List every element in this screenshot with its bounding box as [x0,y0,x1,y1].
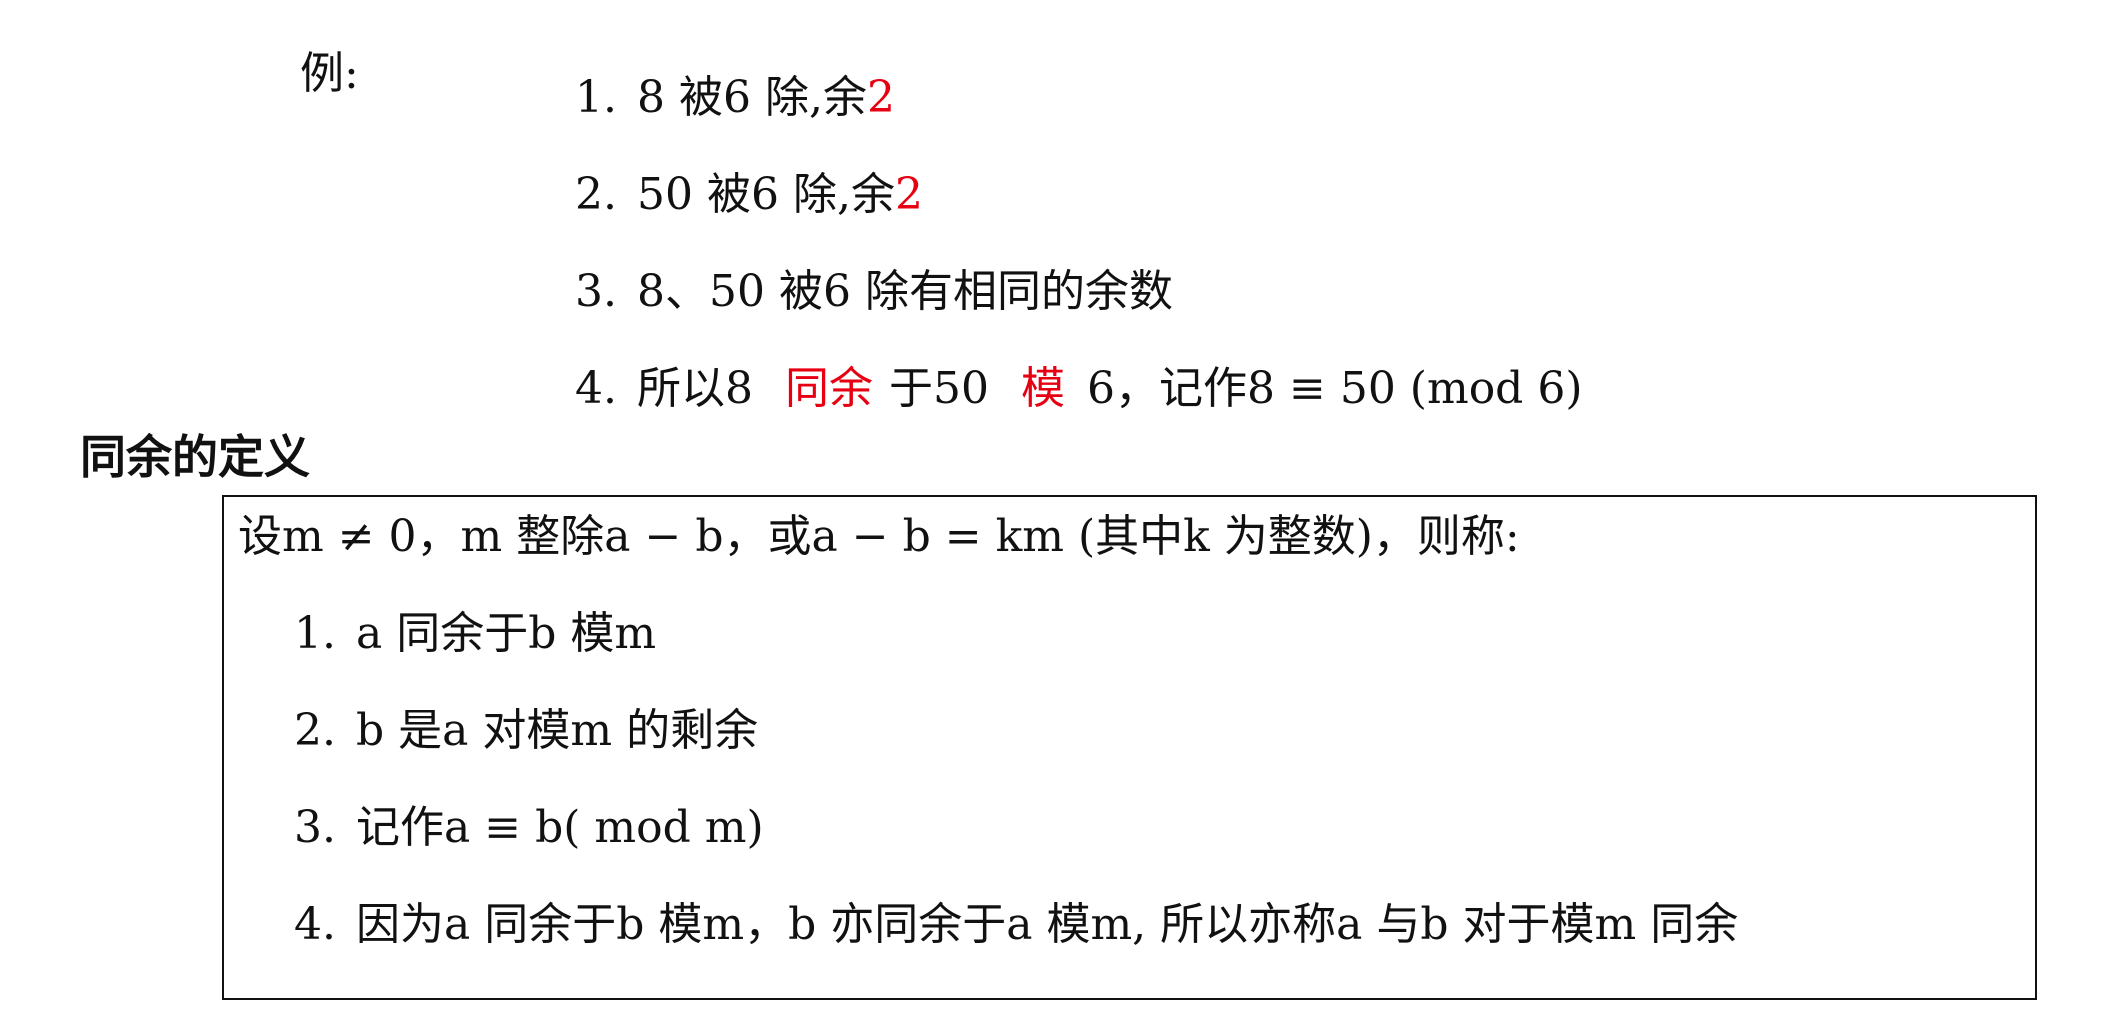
definition-item-text: 记作a ≡ b( mod m) [356,802,764,853]
remainder-value: 2 [866,72,895,123]
example-item-text: 所以8 [637,363,753,414]
example-item-2: 2. 50 被6 除,余2 [575,165,923,225]
example-item-4: 4. 所以8 同余 于50 模 6，记作8 ≡ 50 (mod 6) [575,359,1583,419]
list-number: 1. [575,72,617,123]
example-item-text: 50 被6 除,余 [637,169,895,220]
congruent-keyword: 同余 [785,363,873,414]
definition-intro: 设m ≠ 0，m 整除a − b，或a − b = km (其中k 为整数)，则… [238,511,1520,562]
definition-item-text: 因为a 同余于b 模m，b 亦同余于a 模m, 所以亦称a 与b 对于模m 同余 [356,899,1739,950]
definition-item-2: 2. b 是a 对模m 的剩余 [294,701,758,761]
list-number: 4. [575,363,617,414]
remainder-value: 2 [894,169,923,220]
example-item-text: 于50 [889,363,989,414]
congruence-notation: 6，记作8 ≡ 50 (mod 6) [1087,363,1583,414]
example-item-3: 3. 8、50 被6 除有相同的余数 [575,262,1173,322]
definition-item-text: a 同余于b 模m [356,608,657,659]
list-number: 3. [294,802,336,853]
definition-box: 设m ≠ 0，m 整除a − b，或a − b = km (其中k 为整数)，则… [222,495,2037,1000]
list-number: 1. [294,608,336,659]
definition-heading: 同余的定义 [80,430,310,484]
list-number: 2. [575,169,617,220]
example-item-text: 8 被6 除,余 [637,72,867,123]
example-label: 例: [300,48,359,99]
list-number: 2. [294,705,336,756]
list-number: 4. [294,899,336,950]
example-item-1: 1. 8 被6 除,余2 [575,68,895,128]
definition-item-3: 3. 记作a ≡ b( mod m) [294,798,764,858]
definition-item-1: 1. a 同余于b 模m [294,604,656,664]
definition-item-text: b 是a 对模m 的剩余 [356,705,759,756]
example-item-text: 8、50 被6 除有相同的余数 [637,266,1173,317]
modulus-keyword: 模 [1021,363,1065,414]
definition-item-4: 4. 因为a 同余于b 模m，b 亦同余于a 模m, 所以亦称a 与b 对于模m … [294,895,1738,955]
list-number: 3. [575,266,617,317]
